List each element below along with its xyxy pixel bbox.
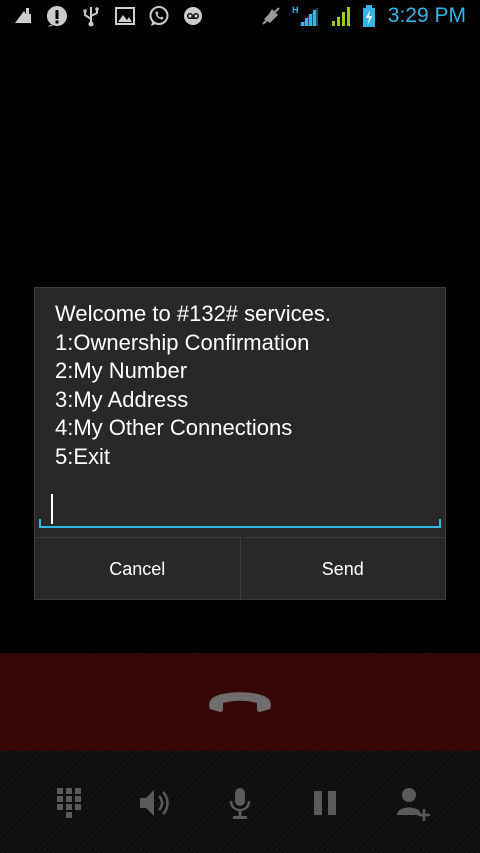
signal-h-icon: H bbox=[292, 5, 320, 27]
whatsapp-icon bbox=[148, 5, 170, 27]
dialpad-icon[interactable] bbox=[49, 783, 89, 823]
usb-icon bbox=[80, 5, 102, 27]
message-line: 3:My Address bbox=[55, 386, 189, 412]
notification-icons bbox=[12, 5, 204, 27]
speaker-icon[interactable] bbox=[134, 783, 174, 823]
dialog-button-bar: Cancel Send bbox=[35, 537, 445, 600]
add-call-icon[interactable] bbox=[392, 783, 432, 823]
ussd-reply-input[interactable] bbox=[39, 490, 441, 528]
end-call-icon[interactable] bbox=[206, 687, 274, 717]
call-controls-bar bbox=[0, 751, 480, 853]
message-line: 5:Exit bbox=[55, 443, 111, 469]
message-line: 4:My Other Connections bbox=[55, 415, 293, 440]
svg-text:H: H bbox=[292, 5, 299, 15]
alert-icon bbox=[46, 5, 68, 27]
voicemail-icon bbox=[182, 5, 204, 27]
hold-icon[interactable] bbox=[305, 783, 345, 823]
system-icons: H 3:29 PM bbox=[260, 4, 466, 28]
clock: 3:29 PM bbox=[387, 4, 466, 27]
microphone-icon[interactable] bbox=[220, 783, 260, 823]
input-underline-edge bbox=[39, 519, 41, 526]
drive-icon bbox=[12, 5, 34, 27]
signal-icon bbox=[330, 5, 352, 27]
ussd-message: Welcome to #132# services. 1:Ownership C… bbox=[55, 300, 433, 471]
cancel-button[interactable]: Cancel bbox=[35, 538, 240, 600]
input-underline-edge bbox=[439, 519, 441, 526]
message-line: Welcome to #132# services. bbox=[55, 301, 331, 326]
text-cursor bbox=[51, 494, 53, 524]
end-call-bar[interactable] bbox=[0, 653, 480, 751]
send-button[interactable]: Send bbox=[239, 538, 446, 600]
status-bar: H 3:29 PM bbox=[0, 0, 480, 35]
mute-icon bbox=[260, 5, 282, 27]
image-icon bbox=[114, 5, 136, 27]
battery-charging-icon bbox=[362, 5, 376, 27]
message-line: 2:My Number bbox=[55, 358, 188, 383]
ussd-dialog: Welcome to #132# services. 1:Ownership C… bbox=[34, 287, 446, 600]
message-line: 1:Ownership Confirmation bbox=[55, 329, 310, 355]
